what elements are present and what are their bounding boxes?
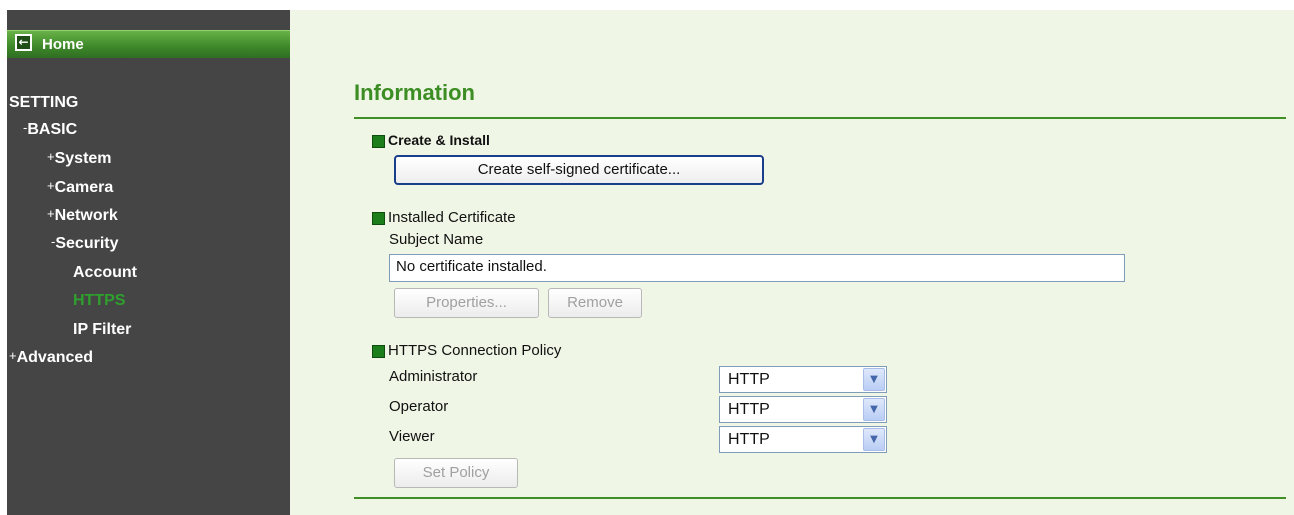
green-square-icon [372,135,385,148]
installed-certificate-heading: Installed Certificate [388,209,516,226]
sidebar-item-security[interactable]: -Security [51,234,118,253]
sidebar-item-https[interactable]: HTTPS [73,292,125,310]
set-policy-button[interactable]: Set Policy [394,458,518,488]
administrator-policy-value: HTTP [728,371,770,388]
administrator-policy-select[interactable]: HTTP ▼ [719,366,887,393]
properties-button[interactable]: Properties... [394,288,539,318]
sidebar: ← Home SETTING -BASIC +System +Camera +N… [7,10,290,515]
https-policy-heading: HTTPS Connection Policy [388,342,562,359]
sidebar-item-basic[interactable]: -BASIC [23,120,77,139]
sidebar-item-setting[interactable]: SETTING [9,94,78,112]
viewer-policy-value: HTTP [728,431,770,448]
operator-policy-value: HTTP [728,401,770,418]
create-install-heading: Create & Install [388,132,490,148]
chevron-down-icon[interactable]: ▼ [863,368,885,391]
sidebar-item-advanced[interactable]: +Advanced [9,348,93,367]
sidebar-item-camera[interactable]: +Camera [47,178,113,197]
administrator-label: Administrator [389,368,478,385]
operator-label: Operator [389,398,449,415]
bottom-divider [354,497,1286,499]
sidebar-item-ip-filter[interactable]: IP Filter [73,321,131,339]
create-certificate-button[interactable]: Create self-signed certificate... [394,155,764,185]
page-title: Information [354,80,475,105]
subject-name-label: Subject Name [389,231,484,248]
sidebar-item-system[interactable]: +System [47,149,112,168]
remove-button[interactable]: Remove [548,288,642,318]
back-arrow-icon: ← [15,34,32,51]
viewer-label: Viewer [389,428,435,445]
main-content: Information Create & Install Create self… [290,10,1294,515]
title-divider [354,117,1286,119]
sidebar-item-network[interactable]: +Network [47,206,118,225]
viewer-policy-select[interactable]: HTTP ▼ [719,426,887,453]
chevron-down-icon[interactable]: ▼ [863,398,885,421]
subject-name-field[interactable]: No certificate installed. [389,254,1125,282]
green-square-icon [372,345,385,358]
green-square-icon [372,212,385,225]
chevron-down-icon[interactable]: ▼ [863,428,885,451]
home-label: Home [42,36,84,53]
sidebar-item-account[interactable]: Account [73,264,137,282]
operator-policy-select[interactable]: HTTP ▼ [719,396,887,423]
home-button[interactable]: ← Home [7,30,290,58]
